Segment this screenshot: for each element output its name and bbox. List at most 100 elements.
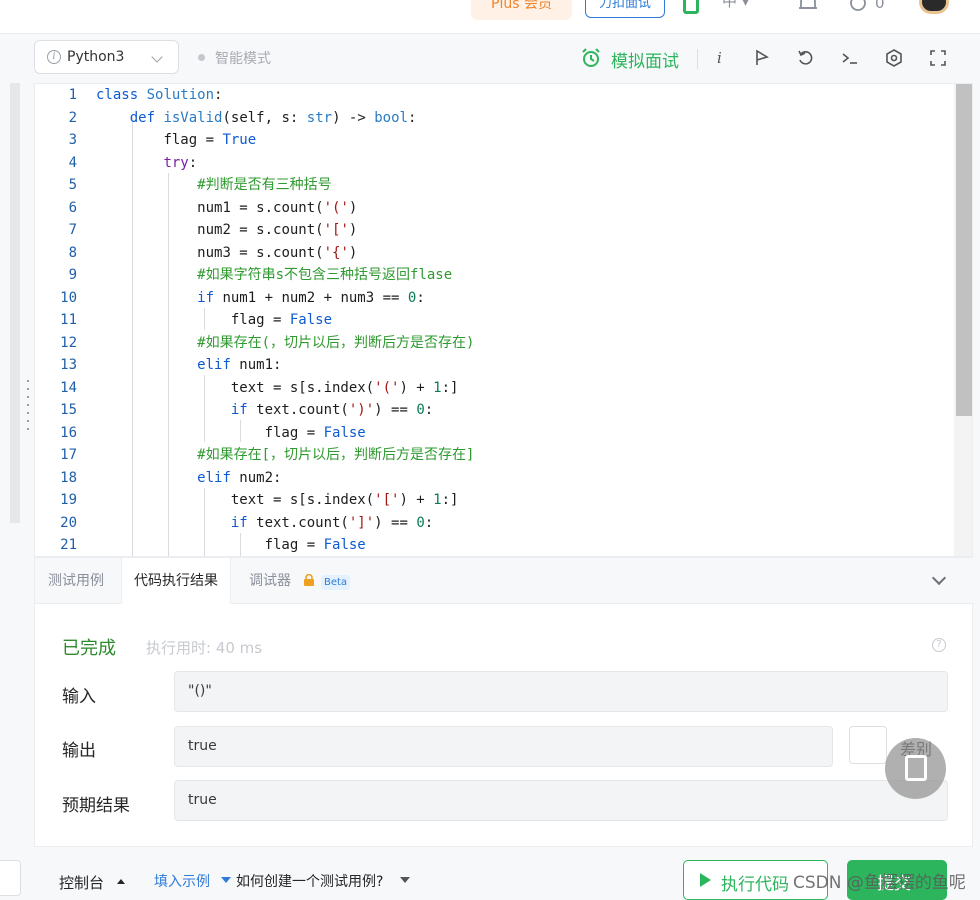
code-text: num1 = s.count('(') [197,199,358,216]
resize-handle-dot[interactable] [27,388,29,390]
code-text: if text.count(']') == 0: [230,514,434,531]
resize-handle-dot[interactable] [27,412,29,414]
code-text: num2 = s.count('[') [197,222,358,238]
code-text: num3 = s.count('{') [197,244,358,261]
toolbar-divider [697,49,698,69]
code-text: #如果字符串s不包含三种括号返回flase [197,267,453,283]
info-icon: i [47,50,61,64]
code-line: 8 num3 = s.count('{') [35,242,955,265]
floating-notes-button[interactable] [885,738,946,799]
code-line: 19 text = s[s.index('[') + 1:] [35,489,955,512]
code-line: 21 flag = False [35,534,955,556]
line-number: 16 [60,424,77,441]
output-label: 输出 [62,741,96,761]
notebook-icon [905,755,927,781]
code-line: 3 flag = True [35,129,955,152]
line-number: 4 [68,154,77,171]
left-pane-scrollbar[interactable] [10,83,20,523]
mock-interview-button[interactable]: 模拟面试 [611,47,679,72]
console-toggle[interactable]: 控制台 [59,872,104,893]
language-select[interactable]: i Python3 [34,40,179,74]
fill-example-link[interactable]: 填入示例 [154,871,210,891]
diff-toggle[interactable] [849,726,887,764]
code-editor[interactable]: 1 class Solution: 2 def isValid(self, s: … [34,83,973,557]
expected-value-field: true [174,780,948,821]
code-text: flag = False [230,312,333,328]
flag-icon[interactable] [752,48,772,68]
points-icon [850,0,866,11]
code-text: text = s[s.index('[') + 1:] [230,492,459,508]
line-number: 5 [68,177,77,193]
code-text: #判断是否有三种括号 [197,177,332,193]
editor-scrollbar-thumb[interactable] [956,84,972,416]
resize-handle-dot[interactable] [27,404,29,406]
run-code-label: 执行代码 [721,875,789,895]
play-icon [700,873,711,887]
resize-handle-dot[interactable] [27,428,29,430]
code-text: flag = False [264,424,366,441]
result-panel: 测试用例 代码执行结果 调试器 Beta 已完成 执行用时: 40 ms ? 输… [34,557,974,847]
caret-down-icon[interactable] [221,877,231,883]
language-switch[interactable]: 中 ▾ [722,0,749,11]
code-line: 17 #如果存在[，切片以后，判断后方是否存在] [35,444,955,467]
how-to-create-testcase-link[interactable]: 如何创建一个测试用例? [236,871,383,891]
lock-icon [304,574,314,586]
code-text: if num1 + num2 + num3 == 0: [197,289,425,306]
bell-icon[interactable] [797,0,819,14]
terminal-icon[interactable] [840,48,860,68]
code-line: 4 try: [35,152,955,175]
code-line: 2 def isValid(self, s: str) -> bool: [35,107,955,130]
code-line: 12 #如果存在(，切片以后，判断后方是否存在) [35,332,955,355]
code-line: 14 text = s[s.index('(') + 1:] [35,377,955,400]
tab-debugger[interactable]: 调试器 [249,558,291,604]
code-text: #如果存在(，切片以后，判断后方是否存在) [197,334,475,351]
tab-run-result[interactable]: 代码执行结果 [121,558,231,604]
language-select-value: Python3 [67,49,125,65]
interview-button[interactable]: 力扣面试 [585,0,665,18]
line-number: 20 [60,514,77,531]
info-italic-icon[interactable]: i [710,48,730,68]
chevron-down-icon[interactable] [931,570,947,586]
line-number: 21 [60,537,77,553]
code-line: 1 class Solution: [35,84,955,107]
caret-down-icon[interactable] [400,877,410,883]
line-number: 2 [68,109,77,126]
resize-handle-dot[interactable] [27,380,29,382]
input-value-field: "()" [174,671,948,712]
fullscreen-icon[interactable] [928,48,948,68]
line-number: 3 [68,132,77,148]
code-line: 20 if text.count(']') == 0: [35,512,955,535]
code-text: elif num1: [197,357,282,373]
settings-icon[interactable] [884,48,904,68]
code-line: 7 num2 = s.count('[') [35,219,955,242]
input-label: 输入 [62,687,96,707]
svg-text:i: i [717,49,722,67]
line-number: 14 [60,379,77,396]
line-number: 19 [60,492,77,508]
code-line: 13 elif num1: [35,354,955,377]
help-icon[interactable]: ? [932,638,946,652]
resize-handle-dot[interactable] [27,396,29,398]
reset-icon[interactable] [796,48,816,68]
smart-mode-toggle[interactable]: 智能模式 [215,48,271,68]
code-line: 11 flag = False [35,309,955,332]
code-text: try: [163,154,198,171]
code-line: 5 #判断是否有三种括号 [35,174,955,197]
tab-testcase[interactable]: 测试用例 [48,558,104,604]
output-value-field: true [174,726,833,767]
mobile-icon[interactable] [683,0,699,14]
line-number: 17 [60,447,77,463]
problem-list-button[interactable] [0,860,21,896]
editor-toolbar: i Python3 智能模式 模拟面试 i [0,35,980,83]
resize-handle-dot[interactable] [27,420,29,422]
code-line: 6 num1 = s.count('(') [35,197,955,220]
code-text: text = s[s.index('(') + 1:] [230,379,459,396]
result-tabbar: 测试用例 代码执行结果 调试器 Beta [35,558,974,604]
code-line: 15 if text.count(')') == 0: [35,399,955,422]
code-text: def isValid(self, s: str) -> bool: [129,109,417,126]
plus-membership-button[interactable]: Plus 会员 [471,0,572,20]
line-number: 7 [68,222,77,238]
line-number: 6 [68,199,77,216]
avatar[interactable] [919,0,949,14]
code-line: 10 if num1 + num2 + num3 == 0: [35,287,955,310]
